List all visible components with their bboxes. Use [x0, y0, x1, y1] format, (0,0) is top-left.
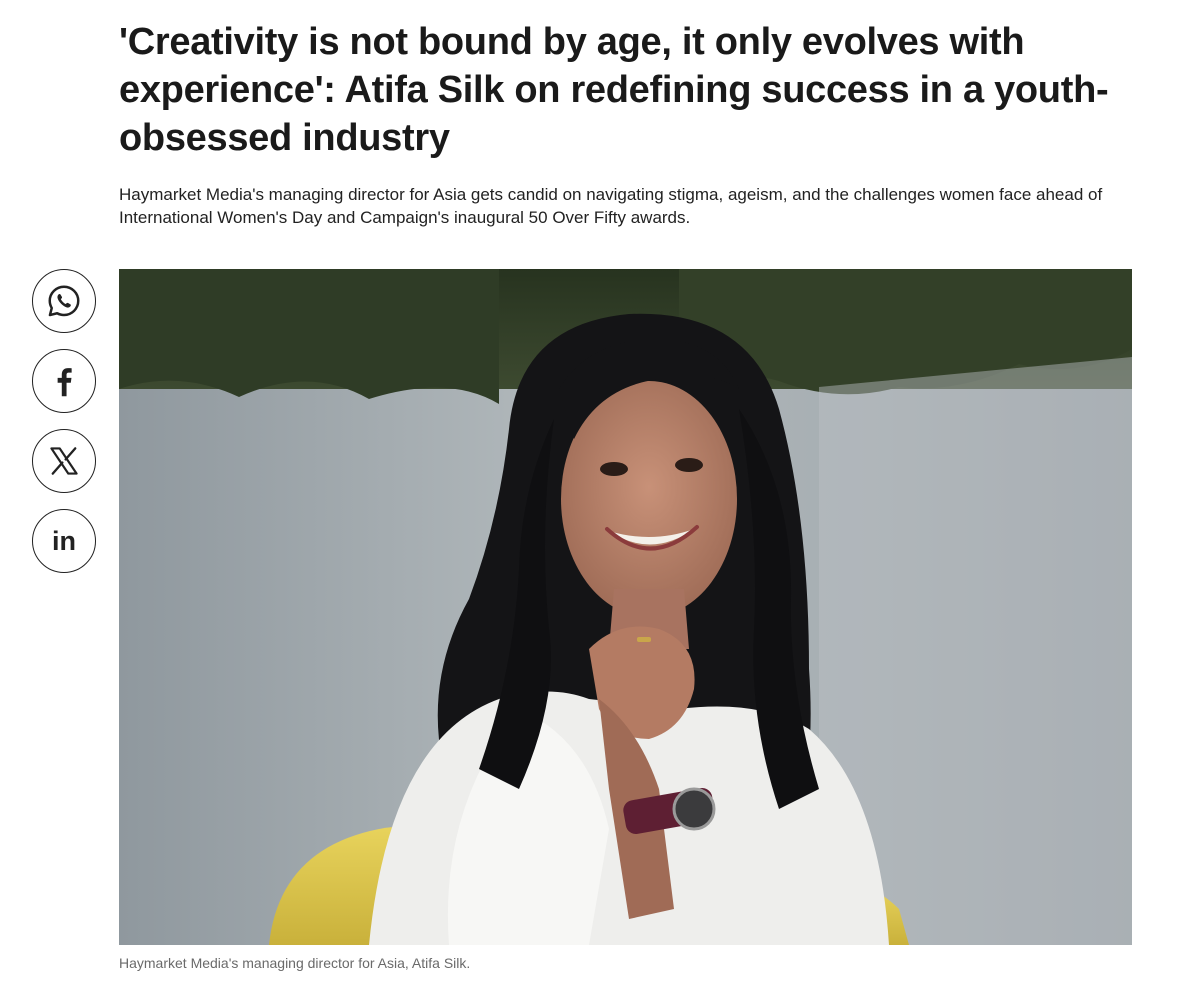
linkedin-icon: in: [52, 526, 76, 556]
share-facebook-button[interactable]: [32, 349, 96, 413]
share-x-button[interactable]: [32, 429, 96, 493]
article-headline: 'Creativity is not bound by age, it only…: [119, 21, 1109, 159]
share-rail: in: [32, 269, 100, 589]
linkedin-glyph: in: [52, 526, 76, 556]
x-icon: [50, 447, 78, 475]
article-standfirst: Haymarket Media's managing director for …: [119, 185, 1103, 227]
whatsapp-icon: [48, 285, 80, 317]
hero-image: [119, 269, 1132, 945]
portrait-photo: [119, 269, 1132, 945]
share-whatsapp-button[interactable]: [32, 269, 96, 333]
facebook-icon: [57, 368, 72, 397]
image-caption: Haymarket Media's managing director for …: [119, 955, 471, 971]
share-linkedin-button[interactable]: in: [32, 509, 96, 573]
